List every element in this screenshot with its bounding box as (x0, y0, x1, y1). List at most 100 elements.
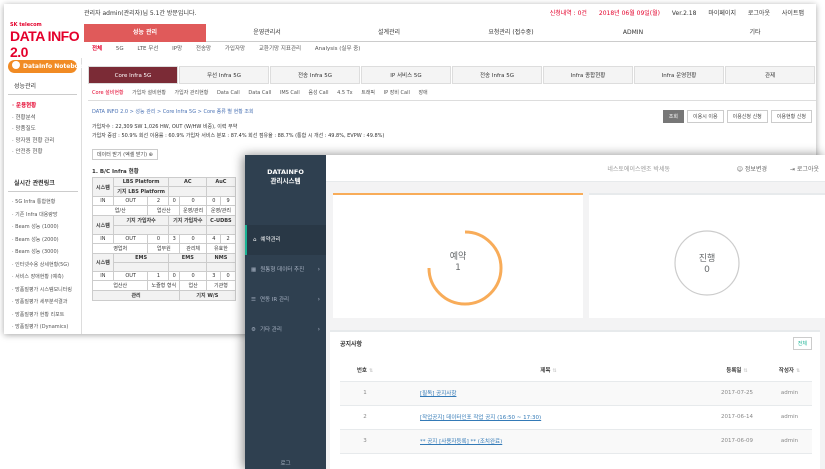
chevron-right-icon: › (317, 296, 320, 303)
action-button[interactable]: 이용현황 신청 (770, 110, 812, 123)
row-author: admin (767, 405, 812, 430)
tab-infra[interactable]: Infra 운영현황 (634, 66, 724, 84)
tab-core-infra[interactable]: Core Infra 5G (88, 66, 178, 84)
user-icon: ☺ (736, 166, 745, 173)
table-cell: 업산 (179, 280, 208, 291)
subnav-item[interactable]: LTE 무선 (137, 46, 158, 52)
subnav-item[interactable]: 가입자망 (225, 46, 245, 52)
table-row[interactable]: 2 [작업공지] 데이터인포 작업 공지 (16:50 ~ 17:30) 201… (340, 405, 812, 430)
tab-infra[interactable]: 관제 (725, 66, 815, 84)
col-date[interactable]: 등록일 ⇅ (707, 360, 767, 382)
row-number: 1 (340, 381, 390, 406)
menu-item-reservation[interactable]: ⌂ 예약관리 (245, 225, 326, 255)
action-button[interactable]: 이용신청 신청 (726, 110, 768, 123)
logo[interactable]: SK telecom DATA INFO 2.0 (10, 22, 86, 60)
table-header: 시스템 (92, 215, 114, 235)
subtab[interactable]: IP 장비 Call (384, 90, 410, 96)
table-row[interactable]: 1 [필독] 공지사항 2017-07-25 admin (340, 381, 812, 406)
related-link[interactable]: · 기존 Infra 대용량망 (12, 209, 82, 222)
sidebar-item[interactable]: · 망품질도 (12, 124, 81, 136)
subnav-item[interactable]: IP망 (172, 46, 182, 52)
related-link[interactable]: · 인터넷수용 상세현황(5G) (12, 259, 82, 272)
notice-all-button[interactable]: 전체 (792, 337, 812, 350)
sidebar-item[interactable]: · 운용현황 (12, 101, 81, 113)
subtab[interactable]: Core 설비현황 (92, 90, 124, 96)
table-cell: 2 (147, 196, 170, 206)
logout-icon: ⇥ (789, 166, 797, 173)
nav-etc[interactable]: 기타 (694, 24, 816, 42)
table-cell: 0 (179, 271, 208, 281)
nav-performance[interactable]: 성능 관리 (84, 24, 206, 42)
sidebar-item[interactable]: · 망자원 현황 관리 (12, 136, 81, 148)
tab-infra[interactable]: 전송 Infra 5G (270, 66, 360, 84)
col-title[interactable]: 제목 ⇅ (390, 360, 707, 382)
table-row[interactable]: 3 ** 공지 [사용자등록] ** (조치완료) 2017-06-09 adm… (340, 429, 812, 454)
nav-requests[interactable]: 요청관리 (접수중) (450, 24, 572, 42)
subnav-item[interactable]: 교환기망 지표관리 (259, 46, 301, 52)
subtab[interactable]: 가입자 관리현황 (175, 90, 209, 96)
subtab[interactable]: IMS Call (280, 90, 300, 96)
links-title: 실시간 관련링크 (8, 174, 78, 192)
subtab[interactable]: Data Call (248, 90, 271, 96)
subnav-item[interactable]: 5G (116, 46, 124, 52)
related-link[interactable]: · Beam 성능 (2000) (12, 234, 82, 247)
sidebar-item[interactable]: · 안전증 현황 (12, 147, 81, 159)
nav-operations[interactable]: 운영관리서 (206, 24, 328, 42)
subnav-item[interactable]: Analysis (실무 중) (315, 46, 361, 52)
subtab[interactable]: Data Call (217, 90, 240, 96)
grid-icon: ▦ (251, 267, 257, 273)
tab-infra[interactable]: IP 서비스 5G (361, 66, 451, 84)
related-link[interactable]: · 5G Infra 통합현황 (12, 196, 82, 209)
related-link[interactable]: · 서비스 장애현황 (예측) (12, 271, 82, 284)
nav-design[interactable]: 설계관리 (328, 24, 450, 42)
col-number[interactable]: 번호 ⇅ (340, 360, 390, 382)
table-cell: 업산산 (147, 205, 181, 216)
subtab[interactable]: 가입자 설비현황 (132, 90, 166, 96)
tab-infra[interactable]: 무선 Infra 5G (179, 66, 269, 84)
related-link[interactable]: · 망품질평가 (Dynamics) (12, 321, 82, 334)
row-date: 2017-06-14 (707, 405, 767, 430)
notebook-button[interactable]: DataInfo Notebook (8, 60, 87, 73)
subtab[interactable]: 음성 Call (308, 90, 328, 96)
metric-line: 가입자 증감 : 50.9% 회선 이용률 : 60.9% 가입자 서비스 분포… (92, 133, 385, 139)
subtab[interactable]: 장애 (418, 90, 427, 96)
row-number: 2 (340, 405, 390, 430)
profile-link[interactable]: ☺ 정보변경 (737, 164, 767, 173)
tab-infra[interactable]: 전송 Infra 5G (452, 66, 542, 84)
menu-item-ir[interactable]: ☰ 연동 IR 관리 › (245, 285, 326, 315)
related-link[interactable]: · Beam 성능 (3000) (12, 246, 82, 259)
subnav-item[interactable]: 전체 (92, 46, 102, 52)
subtab[interactable]: 4.5 Tx (337, 90, 353, 96)
table-cell: 1 (147, 271, 170, 281)
table-cell: 유효한 (206, 243, 236, 254)
metrics: 가입자수 : 22,309 SW 1,026 HW, OUT (W/HW 비중)… (88, 121, 816, 141)
action-button[interactable]: 이용시 이용 (687, 110, 724, 123)
related-link[interactable]: · 망품질평가 세부분석결과 (12, 296, 82, 309)
menu-label: 원통형 데이터 추진 (260, 267, 305, 273)
brand: DATAINFO 관리시스템 (245, 155, 326, 207)
row-title-link[interactable]: ** 공지 [사용자등록] ** (조치완료) (390, 429, 707, 454)
subnav-item[interactable]: 전송망 (196, 46, 211, 52)
sitemap-link[interactable]: 사이트맵 (782, 10, 804, 17)
menu-item-data[interactable]: ▦ 원통형 데이터 추진 › (245, 255, 326, 285)
request-count[interactable]: 신청내역 : 0건 (550, 10, 587, 17)
related-link[interactable]: · 망품질평가 시스템모니터링 (12, 284, 82, 297)
sidebar-item[interactable]: · 현황분석 (12, 113, 81, 125)
nav-admin[interactable]: ADMIN (572, 24, 694, 42)
logout-link[interactable]: 로그아웃 (748, 10, 770, 17)
related-links: 실시간 관련링크 · 5G Infra 통합현황 · 기존 Infra 대용량망… (4, 174, 82, 334)
related-link[interactable]: · Beam 성능 (1000) (12, 221, 82, 234)
tab-infra[interactable]: Infra 종합현황 (543, 66, 633, 84)
logout-button[interactable]: ⇥ 로그아웃 (790, 164, 819, 173)
mypage-link[interactable]: 마이페이지 (708, 10, 736, 17)
subtab[interactable]: 트래픽 (361, 90, 375, 96)
menu-item-etc[interactable]: ⚙ 기타 관리 › (245, 315, 326, 345)
search-button[interactable]: 조회 (662, 110, 684, 123)
col-author[interactable]: 작성자 ⇅ (767, 360, 812, 382)
download-button[interactable]: 데이터 받기 (엑셀 받기) ⊕ (92, 149, 158, 160)
row-title-link[interactable]: [필독] 공지사항 (390, 381, 707, 406)
related-link[interactable]: · 망품질평가 현황 리포트 (12, 309, 82, 322)
sidebar-footer[interactable]: 로그 (245, 459, 326, 467)
table-cell: 관리체 (179, 243, 208, 254)
row-title-link[interactable]: [작업공지] 데이터인포 작업 공지 (16:50 ~ 17:30) (390, 405, 707, 430)
